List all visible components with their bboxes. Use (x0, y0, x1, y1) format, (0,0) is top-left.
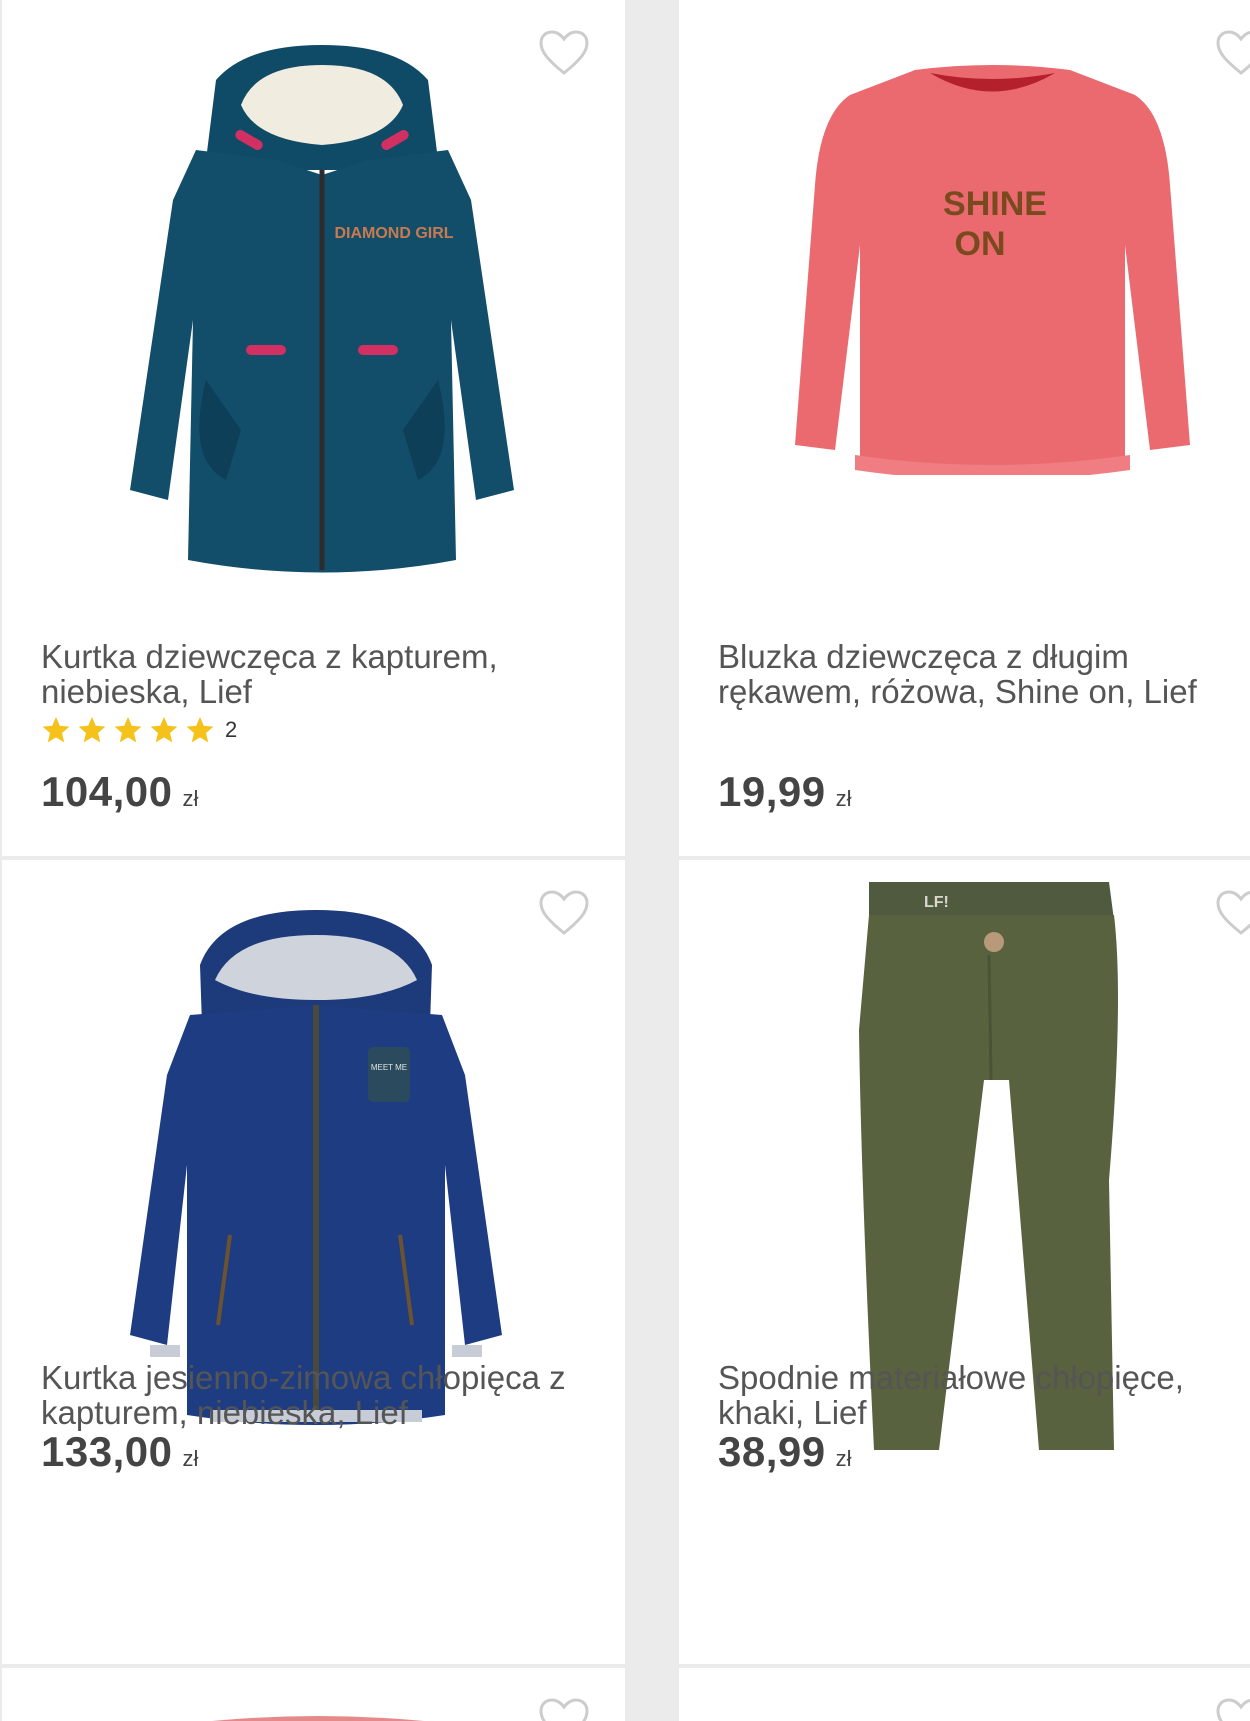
product-title[interactable]: Spodnie materiałowe chłopięce, khaki, Li… (718, 1360, 1238, 1430)
product-image-partial[interactable] (184, 1712, 452, 1721)
wishlist-heart-icon[interactable] (538, 890, 590, 936)
jacket-patch-text: MEET ME (371, 1063, 407, 1072)
product-price: 19,99 zł (718, 768, 852, 816)
price-amount: 38,99 (718, 1428, 826, 1475)
price-currency: zł (182, 786, 199, 811)
price-amount: 133,00 (41, 1428, 173, 1475)
shirt-print-line2: ON (955, 225, 1006, 263)
wishlist-heart-icon[interactable] (1215, 1698, 1250, 1721)
wishlist-heart-icon[interactable] (538, 30, 590, 76)
product-card[interactable]: DIAMOND GIRL Kurtka dziewczęca z kapture… (2, 0, 625, 856)
product-card[interactable]: MEET ME Kurtka jesienno-zimowa chłopięca… (2, 860, 625, 1664)
teal-hooded-jacket-image[interactable]: DIAMOND GIRL (126, 40, 518, 580)
wishlist-heart-icon[interactable] (1215, 30, 1250, 76)
wishlist-heart-icon[interactable] (538, 1698, 590, 1721)
product-card-partial[interactable] (679, 1668, 1250, 1721)
product-card[interactable]: SHINE ON Bluzka dziewczęca z długim ręka… (679, 0, 1250, 856)
price-currency: zł (182, 1446, 199, 1471)
price-currency: zł (835, 786, 852, 811)
price-amount: 19,99 (718, 768, 826, 815)
price-currency: zł (835, 1446, 852, 1471)
jacket-print-text: DIAMOND GIRL (334, 225, 453, 242)
star-icon (149, 715, 179, 745)
shirt-print-line1: SHINE (943, 185, 1047, 223)
product-price: 38,99 zł (718, 1428, 852, 1476)
product-card[interactable]: LF! Spodnie materiałowe chłopięce, khaki… (679, 860, 1250, 1664)
star-icon (185, 715, 215, 745)
trousers-label-text: LF! (924, 894, 949, 911)
wishlist-heart-icon[interactable] (1215, 890, 1250, 936)
product-title[interactable]: Kurtka jesienno-zimowa chłopięca z kaptu… (41, 1360, 581, 1430)
product-card-partial[interactable] (2, 1668, 625, 1721)
price-amount: 104,00 (41, 768, 173, 815)
product-price: 133,00 zł (41, 1428, 198, 1476)
star-icon (113, 715, 143, 745)
product-price: 104,00 zł (41, 768, 198, 816)
product-title[interactable]: Kurtka dziewczęca z kapturem, niebieska,… (41, 639, 581, 709)
star-icon (41, 715, 71, 745)
navy-hooded-jacket-image[interactable]: MEET ME (130, 905, 502, 1430)
star-icon (77, 715, 107, 745)
rating-count: 2 (225, 717, 238, 742)
product-rating: 2 (41, 715, 237, 745)
product-title[interactable]: Bluzka dziewczęca z długim rękawem, różo… (718, 639, 1238, 709)
pink-long-sleeve-shirt-image[interactable]: SHINE ON (795, 65, 1190, 475)
